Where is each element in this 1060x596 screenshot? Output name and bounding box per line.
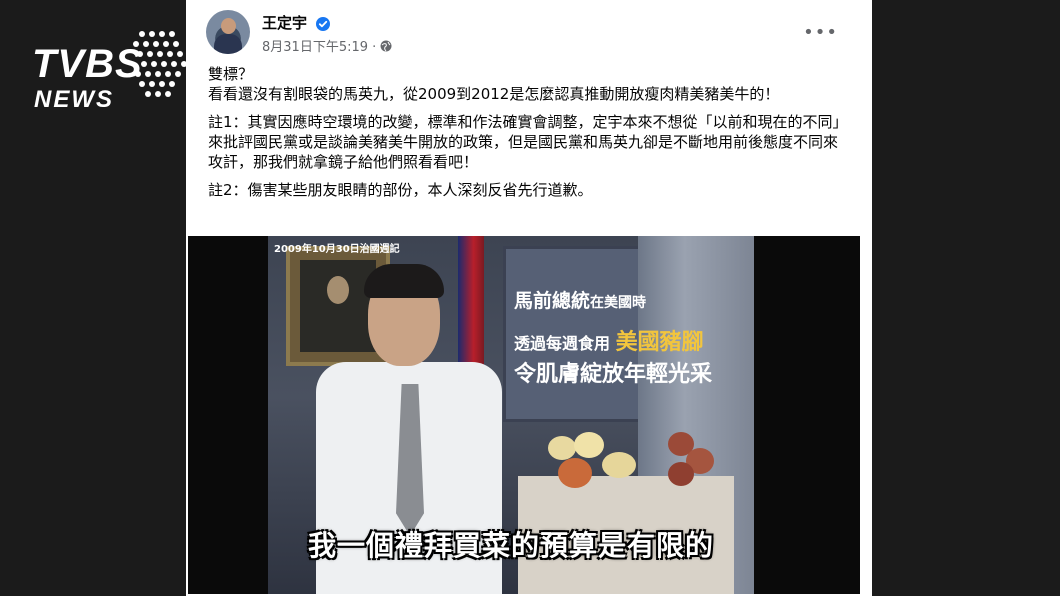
caption-1-main: 馬前總統 [514, 290, 591, 312]
post-paragraph-3: 註2：傷害某些朋友眼睛的部份，本人深刻反省先行道歉。 [208, 181, 593, 199]
logo-text: TVBS [32, 42, 143, 86]
video-caption-2: 透過每週食用 美國豬腳 [514, 324, 704, 356]
avatar[interactable] [206, 10, 250, 54]
video-date-label: 2009年10月30日治國週記 [274, 244, 400, 255]
video-frame[interactable]: 2009年10月30日治國週記 馬前總統在美國時 透過每週食用 美國豬腳 令肌膚… [268, 236, 754, 594]
tvbs-news-logo: TVBS NEWS [32, 28, 192, 114]
caption-2-plain: 透過每週食用 [514, 334, 611, 353]
verified-badge-icon [316, 16, 331, 31]
video-subtitle: 我一個禮拜買菜的預算是有限的 [307, 529, 714, 562]
caption-1-small: 在美國時 [590, 295, 647, 311]
post-header: 王定宇 8月31日下午5:19 · ••• [206, 10, 856, 56]
post-card: 王定宇 8月31日下午5:19 · ••• 雙標？ 看看還沒有割眼袋的馬英九，從… [186, 0, 872, 596]
post-body: 雙標？ 看看還沒有割眼袋的馬英九，從2009到2012是怎麼認真推動開放瘦肉精美… [208, 64, 848, 208]
post-paragraph-1: 雙標？ 看看還沒有割眼袋的馬英九，從2009到2012是怎麼認真推動開放瘦肉精美… [208, 65, 780, 103]
logo-dots-icon [133, 31, 187, 97]
logo-subtext: NEWS [34, 86, 114, 113]
video-caption-3: 令肌膚綻放年輕光采 [514, 361, 713, 387]
caption-2-highlight: 美國豬腳 [615, 329, 704, 355]
post-video[interactable]: 2009年10月30日治國週記 馬前總統在美國時 透過每週食用 美國豬腳 令肌膚… [188, 236, 860, 594]
author-name-row: 王定宇 [262, 12, 331, 33]
author-name[interactable]: 王定宇 [262, 14, 307, 32]
speaker-hair [364, 264, 444, 298]
video-caption-1: 馬前總統在美國時 [514, 286, 646, 313]
more-options-icon[interactable]: ••• [803, 22, 838, 43]
facebook-post: 王定宇 8月31日下午5:19 · ••• 雙標？ 看看還沒有割眼袋的馬英九，從… [186, 0, 872, 596]
post-timestamp[interactable]: 8月31日下午5:19 · [262, 36, 376, 55]
globe-icon [380, 40, 392, 51]
post-timestamp-row: 8月31日下午5:19 · [262, 36, 392, 55]
post-paragraph-2: 註1：其實因應時空環境的改變，標準和作法確實會調整，定宇本來不想從「以前和現在的… [208, 113, 848, 171]
